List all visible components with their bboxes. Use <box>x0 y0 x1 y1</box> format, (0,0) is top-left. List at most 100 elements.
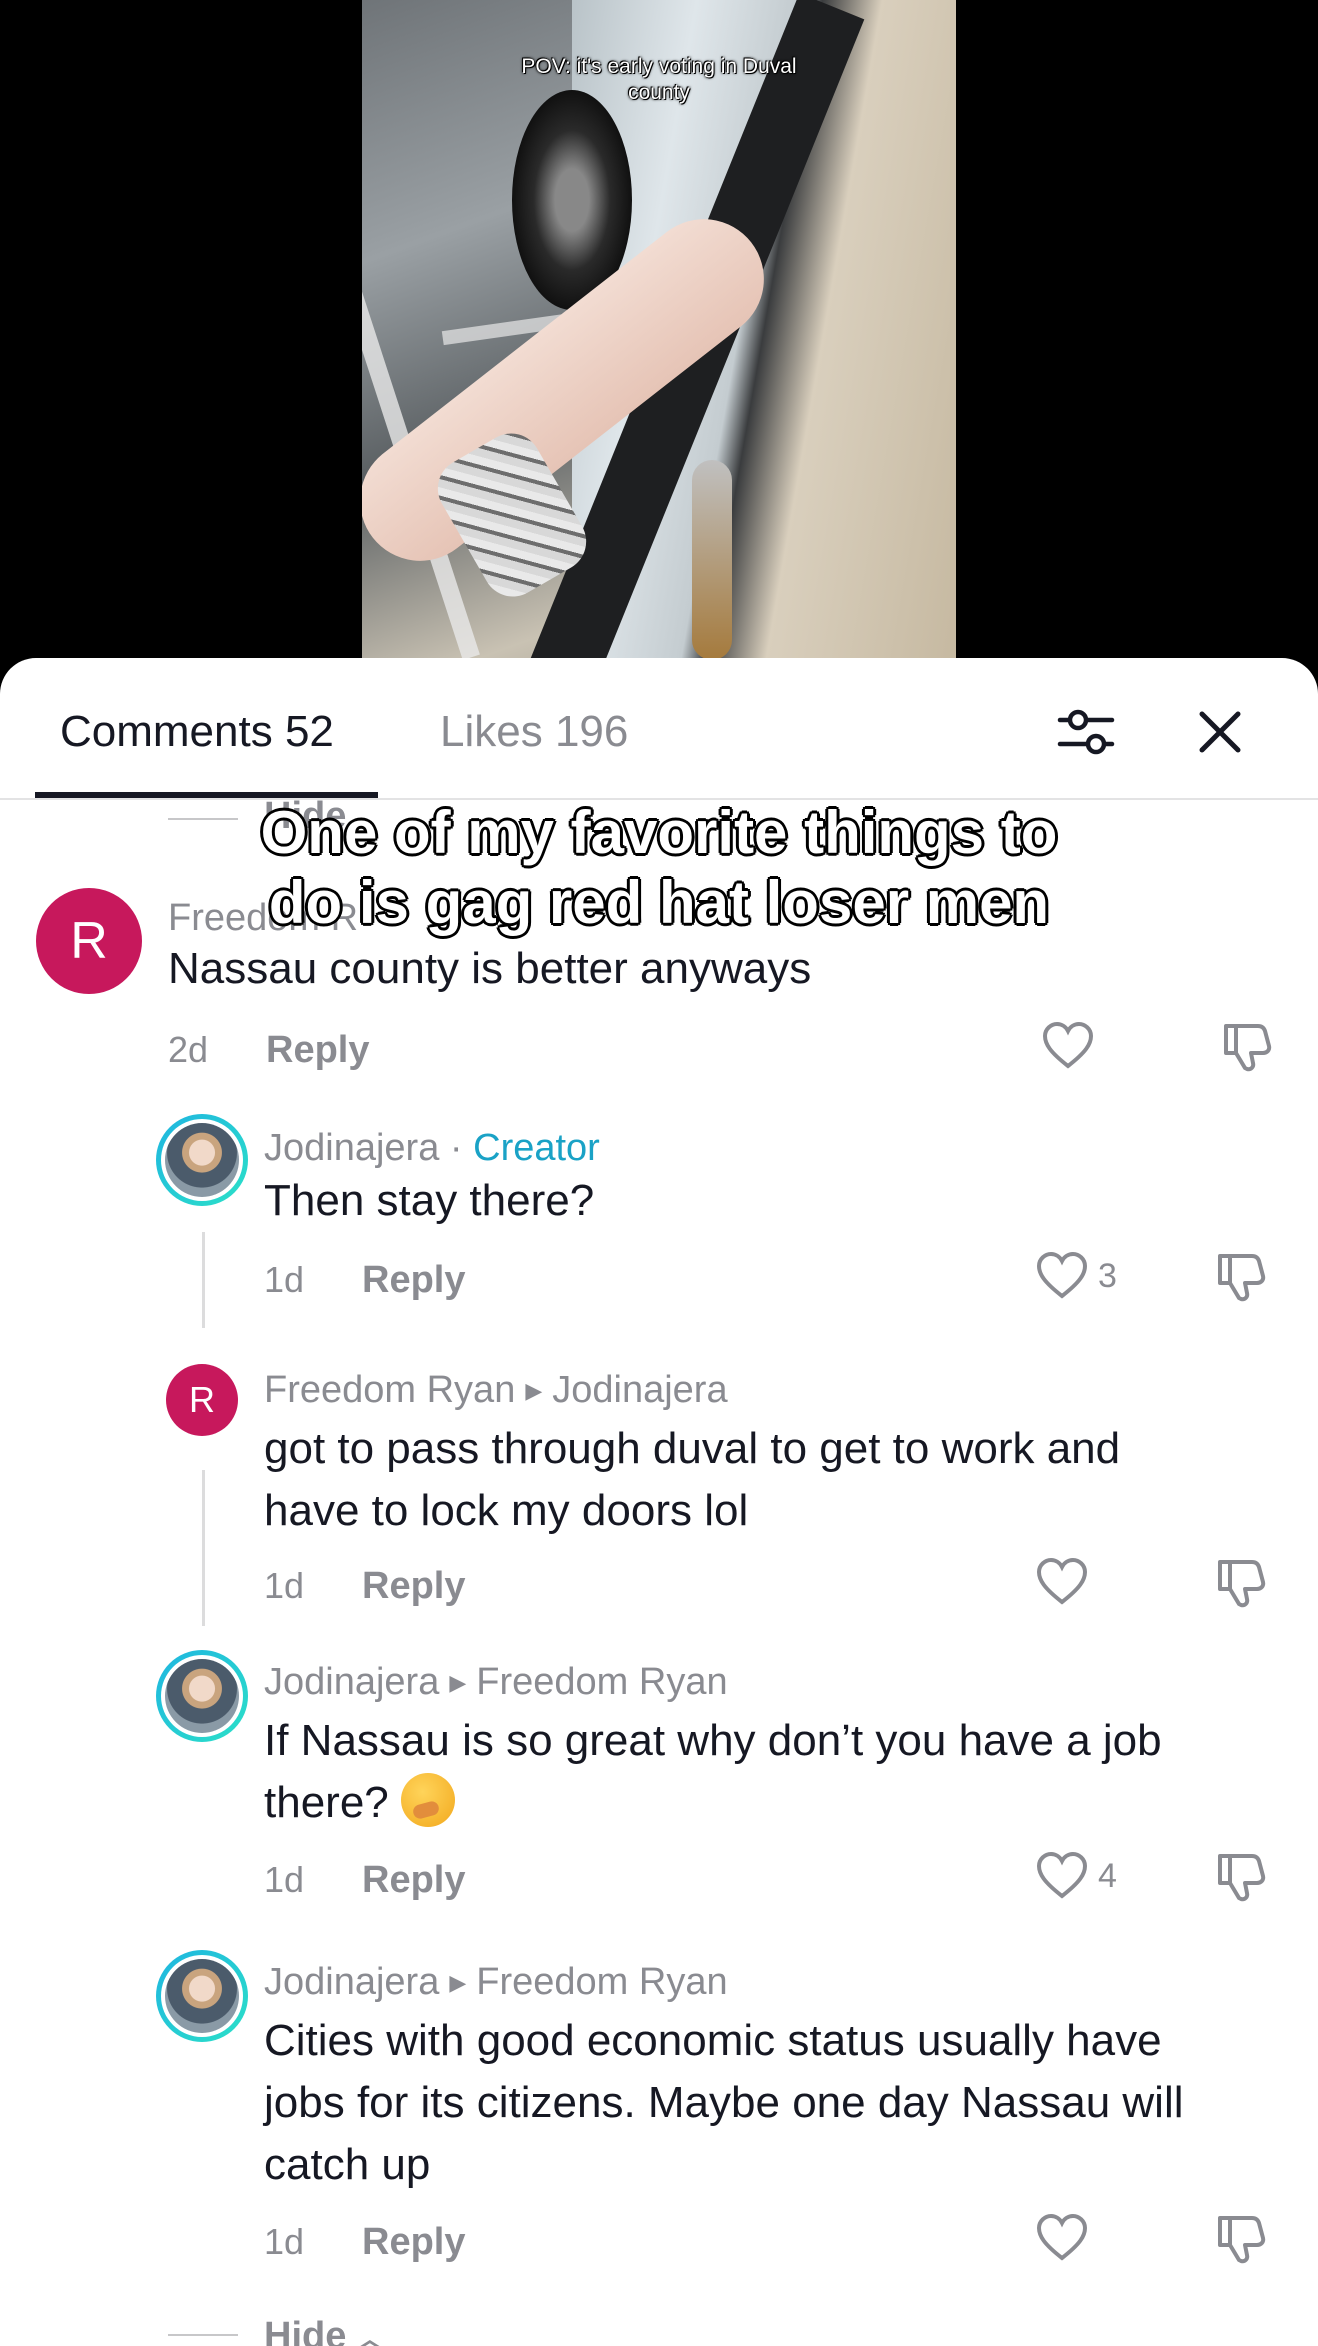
avatar-ring <box>161 1655 243 1737</box>
comment-text: If Nassau is so great why don’t you have… <box>264 1710 1284 1834</box>
heart-icon <box>1036 2213 1088 2261</box>
video-caption-line: county <box>628 81 690 104</box>
reply-button[interactable]: Reply <box>362 2220 465 2264</box>
reply-button[interactable]: Reply <box>362 1258 465 1302</box>
heart-icon <box>1042 1021 1094 1069</box>
comment-author-line: Jodinajera ▶ Freedom Ryan <box>264 1960 728 2005</box>
comment-text-line: Cities with good economic status usually… <box>264 2016 1162 2065</box>
comment-item: Jodinajera ▶ Freedom Ryan If Nassau is so … <box>0 1650 1318 1940</box>
comment-item: Jodinajera ▶ Freedom Ryan Cities with good… <box>0 1950 1318 2300</box>
reply-button[interactable]: Reply <box>362 1564 465 1608</box>
overlay-line: do is gag red hat loser men <box>268 869 1050 936</box>
reply-arrow-icon: ▶ <box>449 1670 467 1695</box>
video-caption: POV: it's early voting in Duval county <box>362 54 956 106</box>
comment-text-fragment: there? <box>264 1778 389 1827</box>
comment-text: Then stay there? <box>264 1176 595 1225</box>
like-button[interactable] <box>1040 1018 1100 1078</box>
thumbs-down-icon <box>1218 1254 1266 1302</box>
sliders-icon <box>1057 709 1115 755</box>
chevron-up-icon: ︿ <box>356 2324 383 2346</box>
thumbs-down-icon <box>1218 1560 1266 1608</box>
dislike-button[interactable] <box>1212 2210 1272 2270</box>
like-button[interactable]: 4 <box>1034 1848 1154 1908</box>
like-button[interactable] <box>1034 2210 1094 2270</box>
overlay-line: One of my favorite things to <box>260 799 1058 866</box>
dislike-button[interactable] <box>1212 1554 1272 1614</box>
creator-badge: Creator <box>473 1127 600 1169</box>
like-count: 3 <box>1098 1257 1117 1295</box>
comment-time: 1d <box>264 2221 305 2262</box>
reply-to-author[interactable]: Freedom Ryan <box>476 1961 727 2003</box>
avatar-ring <box>161 1955 243 2037</box>
comment-author-line: Jodinajera · Creator <box>264 1126 600 1170</box>
comment-author[interactable]: Freedom Ryan <box>264 1369 515 1411</box>
video-player[interactable]: POV: it's early voting in Duval county <box>0 0 1318 670</box>
comment-item: Jodinajera · Creator Then stay there? 1d… <box>0 1114 1318 1334</box>
comment-time: 1d <box>264 1859 305 1900</box>
thumbs-down-icon <box>1218 2216 1266 2264</box>
video-text-overlay: One of my favorite things to do is gag r… <box>0 798 1318 938</box>
comment-author[interactable]: Jodinajera <box>264 1961 439 2003</box>
sheet-tabs: Comments 52 Likes 196 <box>0 658 1318 800</box>
reply-button[interactable]: Reply <box>362 1858 465 1902</box>
avatar[interactable] <box>156 1950 248 2042</box>
reply-to-author[interactable]: Freedom Ryan <box>476 1661 727 1703</box>
comment-author[interactable]: Jodinajera <box>264 1661 439 1703</box>
comment-text-line: there? <box>264 1772 1284 1834</box>
reply-arrow-icon: ▶ <box>525 1378 543 1403</box>
close-icon <box>1199 711 1241 753</box>
dislike-button[interactable] <box>1218 1018 1278 1078</box>
thread-line <box>202 1232 205 1328</box>
hide-replies-label: Hide ︿ <box>264 2316 383 2346</box>
avatar[interactable] <box>156 1650 248 1742</box>
comment-time: 1d <box>264 1565 305 1606</box>
heart-icon <box>1036 1557 1088 1605</box>
comment-text-line: jobs for its citizens. Maybe one day Nas… <box>264 2078 1184 2127</box>
tab-likes[interactable]: Likes 196 <box>440 706 628 758</box>
thumbs-down-icon <box>1224 1024 1272 1072</box>
hide-replies-text: Hide <box>264 2315 347 2346</box>
comment-text: got to pass through duval to get to work… <box>264 1418 1264 1542</box>
comment-text-line: got to pass through duval to get to work… <box>264 1424 1121 1473</box>
comment-text-line: If Nassau is so great why don’t you have… <box>264 1716 1162 1765</box>
hide-divider <box>168 2334 238 2336</box>
comment-time: 2d <box>168 1029 209 1070</box>
heart-icon <box>1036 1851 1088 1899</box>
comment-time: 1d <box>264 1259 305 1300</box>
avatar[interactable] <box>156 1114 248 1206</box>
dislike-button[interactable] <box>1212 1848 1272 1908</box>
tab-comments[interactable]: Comments 52 <box>60 706 334 758</box>
video-caption-line: POV: it's early voting in Duval <box>521 55 797 78</box>
reply-arrow-icon: ▶ <box>449 1970 467 1995</box>
avatar-photo <box>165 1123 239 1197</box>
heart-icon <box>1036 1251 1088 1299</box>
comment-text-line: have to lock my doors lol <box>264 1486 749 1535</box>
like-count: 4 <box>1098 1857 1117 1895</box>
close-button[interactable] <box>1188 700 1252 764</box>
filter-button[interactable] <box>1054 700 1118 764</box>
comment-list[interactable]: Hide R Freedom R Nassau county is better… <box>0 800 1318 2346</box>
thinking-emoji-icon <box>401 1773 455 1827</box>
dislike-button[interactable] <box>1212 1248 1272 1308</box>
comment-author-line: Jodinajera ▶ Freedom Ryan <box>264 1660 728 1705</box>
comment-author-line: Freedom Ryan ▶ Jodinajera <box>264 1368 728 1413</box>
avatar-ring <box>161 1119 243 1201</box>
comment-item: R Freedom Ryan ▶ Jodinajera got to pass th… <box>0 1364 1318 1634</box>
comment-author[interactable]: Jodinajera <box>264 1127 439 1169</box>
comment-text: Nassau county is better anyways <box>168 944 812 993</box>
reply-button[interactable]: Reply <box>266 1028 369 1072</box>
like-button[interactable] <box>1034 1554 1094 1614</box>
avatar-photo <box>165 1959 239 2033</box>
like-button[interactable]: 3 <box>1034 1248 1154 1308</box>
hide-replies-button[interactable]: Hide ︿ <box>168 2312 408 2346</box>
thumbs-down-icon <box>1218 1854 1266 1902</box>
separator-dot: · <box>449 1127 474 1169</box>
reply-to-author[interactable]: Jodinajera <box>552 1369 727 1411</box>
thread-line <box>202 1470 205 1626</box>
comment-text: Cities with good economic status usually… <box>264 2010 1304 2196</box>
avatar[interactable]: R <box>166 1364 238 1436</box>
video-keys <box>692 460 732 660</box>
comment-text-line: catch up <box>264 2140 431 2189</box>
avatar-photo <box>165 1659 239 1733</box>
video-frame[interactable]: POV: it's early voting in Duval county <box>362 0 956 660</box>
